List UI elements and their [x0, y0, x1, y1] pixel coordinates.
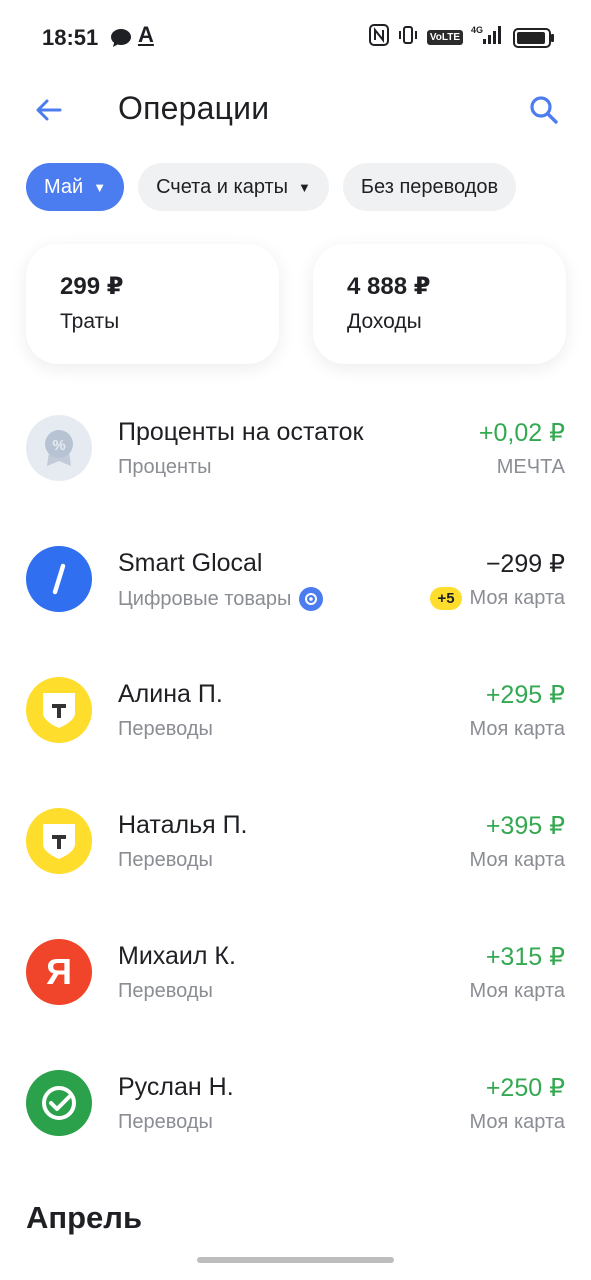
- operation-amount: +0,02 ₽: [478, 419, 565, 447]
- operation-source: +5 Моя карта: [430, 587, 565, 610]
- list-item[interactable]: Smart Glocal Цифровые товары −299 ₽ +5 М…: [0, 529, 591, 660]
- category-label: Переводы: [118, 1111, 213, 1133]
- status-bar: 18:51 A VoLTE 4G: [0, 0, 591, 76]
- yandex-logo-icon: Я: [26, 939, 92, 1005]
- operation-category: Переводы: [118, 849, 213, 872]
- chip-label: Счета и карты: [156, 175, 289, 198]
- operation-category: Проценты: [118, 456, 212, 479]
- chip-label: Без переводов: [360, 175, 499, 198]
- operation-amount: +295 ₽: [485, 681, 565, 709]
- summary-cards: 299 ₽ Траты 4 888 ₽ Доходы: [26, 244, 566, 364]
- source-label: Моя карта: [469, 849, 565, 871]
- spending-label: Траты: [60, 310, 120, 333]
- sber-logo-icon: [26, 1070, 92, 1136]
- arrow-left-icon: [36, 99, 62, 121]
- no-transfers-filter-chip[interactable]: Без переводов: [342, 163, 517, 211]
- chat-notification-icon: [110, 28, 132, 53]
- source-label: Моя карта: [469, 718, 565, 740]
- income-label: Доходы: [347, 310, 422, 333]
- chevron-down-icon: ▼: [93, 179, 107, 195]
- operation-source: МЕЧТА: [497, 456, 565, 479]
- svg-text:%: %: [52, 437, 65, 454]
- page-title: Операции: [118, 90, 270, 126]
- percent-badge-icon: %: [26, 415, 92, 481]
- source-label: МЕЧТА: [496, 456, 565, 478]
- operation-amount: +250 ₽: [485, 1074, 565, 1102]
- operation-amount: −299 ₽: [485, 550, 565, 578]
- spending-card[interactable]: 299 ₽ Траты: [26, 244, 279, 364]
- operation-category: Переводы: [118, 718, 213, 741]
- back-button[interactable]: [28, 90, 68, 130]
- list-item[interactable]: Руслан Н. Переводы +250 ₽ Моя карта: [0, 1053, 591, 1184]
- operations-list: % Проценты на остаток Проценты +0,02 ₽ М…: [0, 398, 591, 1184]
- source-label: Моя карта: [469, 587, 565, 609]
- operation-category: Переводы: [118, 1111, 213, 1134]
- operation-source: Моя карта: [470, 980, 565, 1003]
- list-item[interactable]: Алина П. Переводы +295 ₽ Моя карта: [0, 660, 591, 791]
- month-filter-chip[interactable]: Май ▼: [26, 163, 125, 211]
- operation-category: Цифровые товары: [118, 587, 324, 611]
- signal-icon: 4G: [471, 24, 505, 51]
- status-time: 18:51: [42, 25, 99, 50]
- income-card[interactable]: 4 888 ₽ Доходы: [313, 244, 566, 364]
- cashback-badge: +5: [430, 587, 462, 610]
- operation-name: Проценты на остаток: [118, 418, 364, 446]
- filter-chips: Май ▼ Счета и карты ▼ Без переводов: [26, 163, 517, 213]
- app-header: Операции: [0, 76, 591, 146]
- search-button[interactable]: [524, 90, 564, 130]
- nfc-icon: [368, 24, 389, 51]
- operation-source: Моя карта: [470, 1111, 565, 1134]
- search-icon: [530, 96, 558, 124]
- operation-name: Михаил К.: [118, 942, 236, 970]
- category-label: Переводы: [118, 980, 213, 1002]
- svg-text:4G: 4G: [471, 25, 483, 35]
- list-item[interactable]: Я Михаил К. Переводы +315 ₽ Моя карта: [0, 922, 591, 1053]
- chip-label: Май: [44, 175, 84, 198]
- month-section-header: Апрель: [26, 1200, 143, 1235]
- list-item[interactable]: Наталья П. Переводы +395 ₽ Моя карта: [0, 791, 591, 922]
- operation-category: Переводы: [118, 980, 213, 1003]
- operation-name: Наталья П.: [118, 811, 248, 839]
- spending-amount: 299 ₽: [60, 273, 124, 300]
- tbank-logo-icon: [26, 808, 92, 874]
- volte-icon: VoLTE: [426, 30, 463, 45]
- operation-source: Моя карта: [470, 849, 565, 872]
- slash-logo-icon: [26, 546, 92, 612]
- category-label: Проценты: [118, 456, 212, 478]
- home-indicator[interactable]: [197, 1257, 394, 1263]
- accounts-filter-chip[interactable]: Счета и карты ▼: [138, 163, 329, 211]
- alfa-notification-icon: A: [138, 22, 154, 47]
- chevron-down-icon: ▼: [298, 179, 311, 195]
- battery-icon: [513, 27, 554, 48]
- category-label: Цифровые товары: [118, 587, 292, 610]
- operation-name: Алина П.: [118, 680, 223, 708]
- income-amount: 4 888 ₽: [347, 273, 431, 300]
- operation-name: Руслан Н.: [118, 1073, 234, 1101]
- source-label: Моя карта: [469, 980, 565, 1002]
- yandex-logo-letter: Я: [46, 951, 72, 992]
- tbank-logo-icon: [26, 677, 92, 743]
- operation-amount: +395 ₽: [485, 812, 565, 840]
- category-label: Переводы: [118, 849, 213, 871]
- digital-goods-icon: [299, 587, 324, 611]
- category-label: Переводы: [118, 718, 213, 740]
- source-label: Моя карта: [469, 1111, 565, 1133]
- operation-amount: +315 ₽: [485, 943, 565, 971]
- vibrate-icon: [397, 24, 419, 51]
- operation-name: Smart Glocal: [118, 549, 263, 577]
- list-item[interactable]: % Проценты на остаток Проценты +0,02 ₽ М…: [0, 398, 591, 529]
- operation-source: Моя карта: [470, 718, 565, 741]
